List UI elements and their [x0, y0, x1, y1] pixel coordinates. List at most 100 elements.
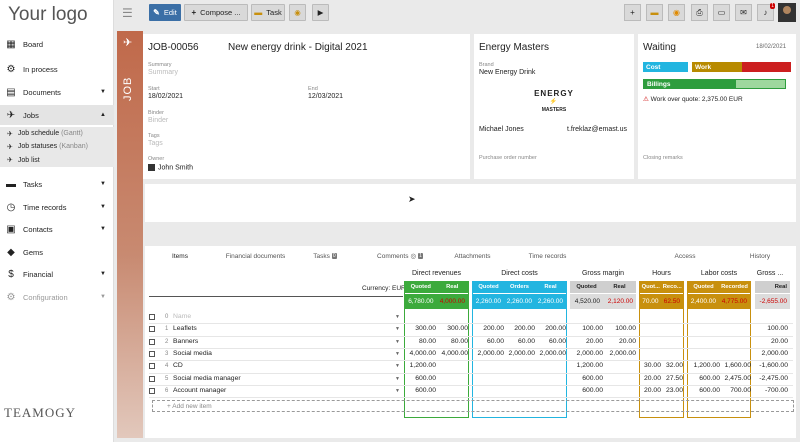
row-name[interactable]: Social media manager — [173, 375, 241, 382]
brand-name[interactable]: New Energy Drink — [479, 69, 535, 76]
tab-financial-documents[interactable]: Financial documents — [218, 247, 293, 265]
play-button[interactable]: ▶ — [312, 4, 329, 21]
cell-rev[interactable]: 600.00 — [404, 375, 436, 382]
cell-cost[interactable]: 2,000.00 — [473, 350, 504, 357]
sidebar-item-tasks[interactable]: ▬ Tasks ▼ — [0, 174, 114, 194]
cell-cost[interactable]: 200.00 — [504, 325, 535, 332]
cell-hours[interactable]: 20.00 — [640, 387, 661, 394]
cell-rev[interactable]: 80.00 — [436, 338, 468, 345]
sidebar-item-documents[interactable]: ▤ Documents ▼ — [0, 82, 114, 102]
sidebar-item-time-records[interactable]: ◷ Time records ▼ — [0, 197, 114, 217]
tab-history[interactable]: History — [730, 247, 790, 265]
row-dropdown-icon[interactable]: ▼ — [395, 363, 400, 369]
cell-rev[interactable]: 300.00 — [404, 325, 436, 332]
timer-button[interactable]: ◉ — [289, 4, 306, 21]
contact-email[interactable]: t.freklaz@emast.us — [567, 126, 627, 133]
cell-labor[interactable]: 1,600.00 — [720, 362, 751, 369]
row-checkbox[interactable] — [149, 314, 155, 320]
client-name[interactable]: Energy Masters — [479, 42, 549, 53]
row-checkbox[interactable] — [149, 387, 155, 394]
row-dropdown-icon[interactable]: ▼ — [395, 376, 400, 382]
add-button[interactable]: + — [624, 4, 641, 21]
cell-gm[interactable]: 1,200.00 — [570, 362, 603, 369]
start-date[interactable]: 18/02/2021 — [148, 93, 183, 100]
row-dropdown-icon[interactable]: ▼ — [395, 339, 400, 345]
sidebar-subitem-job-schedule[interactable]: ✈ Job schedule (Gantt) — [0, 127, 114, 140]
cell-cost[interactable]: 200.00 — [535, 325, 566, 332]
row-checkbox[interactable] — [149, 326, 155, 333]
compose-button[interactable]: + Compose ... — [184, 4, 248, 21]
cell-hours[interactable]: 27.50 — [661, 375, 683, 382]
tab-access[interactable]: Access — [655, 247, 715, 265]
cell-labor[interactable]: 600.00 — [688, 387, 720, 394]
row-checkbox[interactable] — [149, 363, 155, 370]
tab-items[interactable]: Items — [145, 247, 215, 265]
summary-field[interactable]: Summary — [148, 69, 178, 76]
row-checkbox[interactable] — [149, 350, 155, 357]
cell-labor[interactable]: 1,200.00 — [688, 362, 720, 369]
end-date[interactable]: 12/03/2021 — [308, 93, 343, 100]
sidebar-subitem-job-list[interactable]: ✈ Job list — [0, 153, 114, 167]
cell-rev[interactable]: 1,200.00 — [404, 362, 436, 369]
sidebar-item-gems[interactable]: ◆ Gems — [0, 242, 114, 262]
cell-gm[interactable]: 100.00 — [570, 325, 603, 332]
cell-cost[interactable]: 60.00 — [504, 338, 535, 345]
cell-hours[interactable]: 32.00 — [661, 362, 683, 369]
tab-tasks[interactable]: Tasks 0 — [295, 247, 355, 265]
cell-gm[interactable]: 600.00 — [570, 375, 603, 382]
cell-labor[interactable]: 700.00 — [720, 387, 751, 394]
sidebar-item-jobs[interactable]: ✈ Jobs ▲ — [0, 105, 114, 125]
cell-rev[interactable]: 300.00 — [436, 325, 468, 332]
notifications-button[interactable]: ♪ 1 — [757, 3, 775, 21]
cell-hours[interactable]: 30.00 — [640, 362, 661, 369]
tab-time-records[interactable]: Time records — [515, 247, 580, 265]
avatar[interactable] — [778, 3, 796, 22]
sidebar-item-financial[interactable]: $ Financial ▼ — [0, 264, 114, 284]
edit-button[interactable]: ✎ Edit — [149, 4, 181, 21]
cell-cost[interactable]: 2,000.00 — [504, 350, 535, 357]
cell-hours[interactable]: 23.00 — [661, 387, 683, 394]
cell-gm[interactable]: 600.00 — [570, 387, 603, 394]
cell-gm[interactable]: 20.00 — [570, 338, 603, 345]
cell-rev[interactable]: 600.00 — [404, 387, 436, 394]
status-title[interactable]: Waiting — [643, 42, 676, 53]
sidebar-item-configuration[interactable]: ⚙ Configuration ▼ — [0, 287, 114, 307]
row-name[interactable]: Social media — [173, 350, 212, 357]
row-dropdown-icon[interactable]: ▼ — [395, 388, 400, 394]
row-name[interactable]: Banners — [173, 338, 198, 345]
row-name[interactable]: Name — [173, 313, 191, 320]
row-name[interactable]: Account manager — [173, 387, 226, 394]
tab-attachments[interactable]: Attachments — [440, 247, 505, 265]
tasks-quick-button[interactable]: ▬ — [646, 4, 663, 21]
row-dropdown-icon[interactable]: ▼ — [395, 351, 400, 357]
add-new-item-button[interactable]: + Add new item — [152, 400, 794, 412]
hamburger-icon[interactable]: ☰ — [122, 6, 133, 20]
binder-field[interactable]: Binder — [148, 117, 168, 124]
card-button[interactable]: ▭ — [713, 4, 730, 21]
tags-field[interactable]: Tags — [148, 140, 163, 147]
row-dropdown-icon[interactable]: ▼ — [395, 314, 400, 320]
cell-rev[interactable]: 4,000.00 — [404, 350, 436, 357]
cell-labor[interactable]: 2,475.00 — [720, 375, 751, 382]
sidebar-item-board[interactable]: ▦ Board — [0, 34, 114, 54]
cell-rev[interactable]: 80.00 — [404, 338, 436, 345]
cell-labor[interactable]: 600.00 — [688, 375, 720, 382]
timer-quick-button[interactable]: ◉ — [668, 4, 685, 21]
cell-hours[interactable]: 20.00 — [640, 375, 661, 382]
cell-gm[interactable]: 20.00 — [603, 338, 636, 345]
cell-cost[interactable]: 2,000.00 — [535, 350, 566, 357]
sidebar-item-contacts[interactable]: ▣ Contacts ▼ — [0, 219, 114, 239]
job-name[interactable]: New energy drink - Digital 2021 — [228, 42, 368, 53]
cell-cost[interactable]: 60.00 — [473, 338, 504, 345]
cell-gm[interactable]: 100.00 — [603, 325, 636, 332]
row-name[interactable]: Leaflets — [173, 325, 197, 332]
cell-cost[interactable]: 60.00 — [535, 338, 566, 345]
tab-comments[interactable]: Comments ◎ 1 — [365, 247, 435, 265]
sidebar-item-in-process[interactable]: ⚙ In process — [0, 59, 114, 79]
owner-field[interactable]: John Smith — [148, 164, 193, 171]
row-checkbox[interactable] — [149, 375, 155, 382]
print-button[interactable]: ⎙ — [691, 4, 708, 21]
cell-cost[interactable]: 200.00 — [473, 325, 504, 332]
cell-rev[interactable]: 4,000.00 — [436, 350, 468, 357]
chat-button[interactable]: ✉ — [735, 4, 752, 21]
